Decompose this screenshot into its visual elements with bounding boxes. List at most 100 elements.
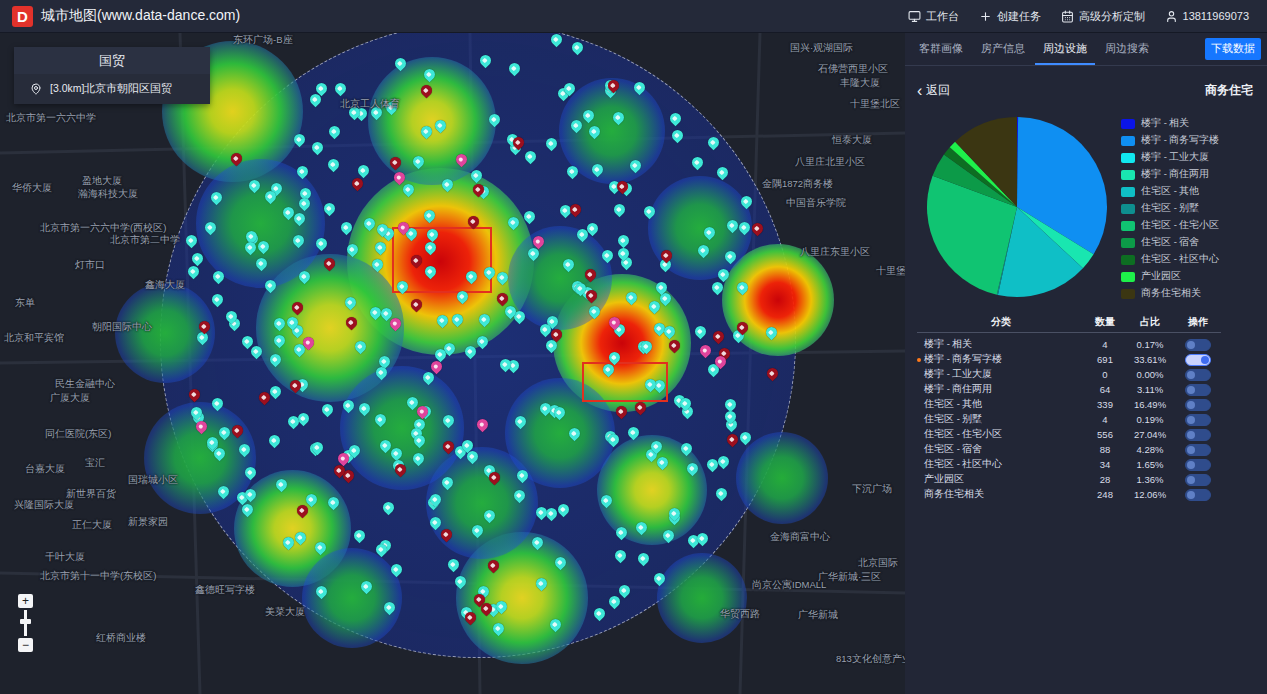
map-label: 瀚海科技大厦: [78, 189, 138, 200]
toggle-switch[interactable]: [1185, 339, 1211, 351]
legend-item[interactable]: 楼宇 - 工业大厦: [1121, 151, 1219, 164]
table-row[interactable]: 住宅区 - 宿舍884.28%: [917, 442, 1221, 457]
table-row[interactable]: 楼宇 - 商住两用643.11%: [917, 382, 1221, 397]
nav-item[interactable]: 13811969073: [1165, 10, 1249, 23]
tab[interactable]: 周边设施: [1035, 33, 1095, 65]
legend-item[interactable]: 楼宇 - 商务写字楼: [1121, 134, 1219, 147]
legend-item[interactable]: 产业园区: [1121, 270, 1219, 283]
legend-item[interactable]: 楼宇 - 相关: [1121, 117, 1219, 130]
map[interactable]: 东环广场-B座北京市第一六六中学北京工人体育华侨大厦盈地大厦瀚海科技大厦北京市第…: [0, 33, 905, 694]
table-row[interactable]: 楼宇 - 商务写字楼69133.61%: [917, 352, 1221, 367]
legend-item[interactable]: 住宅区 - 别墅: [1121, 202, 1219, 215]
legend-item[interactable]: 住宅区 - 其他: [1121, 185, 1219, 198]
heat-spot: [302, 548, 403, 649]
map-label: 北京市第一六六中学: [6, 113, 96, 124]
top-bar: D 城市地图(www.data-dance.com) 工作台 创建任务 高级分析定制 13…: [0, 0, 1267, 33]
heat-spot: [234, 470, 351, 587]
table-row[interactable]: 楼宇 - 相关40.17%: [917, 337, 1221, 352]
map-label: 朝阳国际中心: [92, 322, 152, 333]
zoom-out-button[interactable]: −: [18, 638, 33, 652]
nav-item[interactable]: 高级分析定制: [1061, 9, 1145, 24]
search-card: 国贸[3.0km]北京市朝阳区国贸: [14, 47, 210, 104]
map-label: 宝汇: [85, 458, 105, 469]
map-label: 盈地大厦: [82, 176, 122, 187]
back-link[interactable]: ‹返回: [917, 82, 950, 99]
app-title: 城市地图(www.data-dance.com): [41, 7, 240, 25]
map-label: 石佛营西里小区: [818, 64, 888, 75]
table-row[interactable]: 产业园区281.36%: [917, 472, 1221, 487]
map-label: 下沉广场: [852, 484, 892, 495]
legend-item[interactable]: 住宅区 - 住宅小区: [1121, 219, 1219, 232]
legend-item[interactable]: 住宅区 - 社区中心: [1121, 253, 1219, 266]
map-label: 丰隆大厦: [840, 78, 880, 89]
map-label: 十里堡北区: [850, 99, 900, 110]
map-label: 北京和平宾馆: [4, 333, 64, 344]
map-label: 同仁医院(东区): [45, 429, 111, 440]
nav-item[interactable]: 工作台: [908, 9, 959, 24]
toggle-switch[interactable]: [1185, 414, 1211, 426]
toggle-switch[interactable]: [1185, 429, 1211, 441]
map-label: 恒泰大厦: [832, 135, 872, 146]
table-row[interactable]: 商务住宅相关24812.06%: [917, 487, 1221, 502]
map-label: 中国音乐学院: [786, 198, 846, 209]
table-row[interactable]: 住宅区 - 其他33916.49%: [917, 397, 1221, 412]
map-label: 民生金融中心: [55, 379, 115, 390]
toggle-switch[interactable]: [1185, 459, 1211, 471]
tab[interactable]: 周边搜索: [1097, 33, 1157, 65]
map-label: 八里庄东里小区: [800, 247, 870, 258]
map-label: 广华新城·三区: [818, 572, 881, 583]
map-label: 尚京公寓IDMALL: [752, 580, 826, 591]
toggle-switch[interactable]: [1185, 444, 1211, 456]
table-row[interactable]: 楼宇 - 工业大厦00.00%: [917, 367, 1221, 382]
tab[interactable]: 房产信息: [973, 33, 1033, 65]
map-label: 鑫德旺写字楼: [195, 585, 255, 596]
toggle-switch[interactable]: [1185, 354, 1211, 366]
heat-spot: [426, 447, 538, 559]
pie-slice[interactable]: [955, 117, 1017, 207]
download-button[interactable]: 下载数据: [1205, 38, 1261, 60]
nav-item[interactable]: 创建任务: [979, 9, 1041, 24]
pie-chart: [917, 107, 1117, 307]
zoom-in-button[interactable]: +: [18, 594, 33, 608]
legend-item[interactable]: 楼宇 - 商住两用: [1121, 168, 1219, 181]
search-result[interactable]: [3.0km]北京市朝阳区国贸: [14, 74, 210, 104]
table-row[interactable]: 住宅区 - 社区中心341.65%: [917, 457, 1221, 472]
map-label: 美菜大厦: [265, 607, 305, 618]
heat-spot: [657, 553, 747, 643]
toggle-switch[interactable]: [1185, 399, 1211, 411]
logo: D: [12, 6, 33, 27]
panel-title: 商务住宅: [1205, 82, 1253, 99]
zoom-slider[interactable]: [24, 610, 27, 636]
map-label: 金隅1872商务楼: [762, 179, 833, 190]
toggle-switch[interactable]: [1185, 384, 1211, 396]
map-label: 正仁大厦: [72, 520, 112, 531]
table-row[interactable]: 住宅区 - 住宅小区55627.04%: [917, 427, 1221, 442]
monitor-icon: [908, 10, 921, 23]
map-label: 北京市第十一中学(东校区): [40, 571, 156, 582]
app-window: D 城市地图(www.data-dance.com) 工作台 创建任务 高级分析定制 13…: [0, 0, 1267, 694]
map-label: 广华新城: [798, 610, 838, 621]
map-label: 华侨大厦: [12, 183, 52, 194]
map-label: 广厦大厦: [50, 393, 90, 404]
tab[interactable]: 客群画像: [911, 33, 971, 65]
category-table: 分类数量占比操作楼宇 - 相关40.17%楼宇 - 商务写字楼69133.61%…: [917, 313, 1221, 502]
table-header: 分类数量占比操作: [917, 313, 1221, 333]
user-icon: [1165, 10, 1178, 23]
map-label: 兴隆国际大厦: [14, 500, 74, 511]
map-label: 东单: [15, 298, 35, 309]
toggle-switch[interactable]: [1185, 474, 1211, 486]
toggle-switch[interactable]: [1185, 369, 1211, 381]
legend-item[interactable]: 住宅区 - 宿舍: [1121, 236, 1219, 249]
table-row[interactable]: 住宅区 - 别墅40.19%: [917, 412, 1221, 427]
map-label: 813文化创意产业园: [836, 654, 905, 665]
map-label: 国瑞城小区: [128, 475, 178, 486]
legend-item[interactable]: 商务住宅相关: [1121, 287, 1219, 300]
map-label: 国兴·观湖国际: [790, 43, 853, 54]
toggle-switch[interactable]: [1185, 489, 1211, 501]
calendar-icon: [1061, 10, 1074, 23]
map-label: 金海商富中心: [770, 532, 830, 543]
map-label: 十里堡: [876, 266, 905, 277]
map-label: 华贸西路: [720, 609, 760, 620]
map-label: 红桥商业楼: [96, 633, 146, 644]
location-pin-icon: [30, 83, 42, 95]
